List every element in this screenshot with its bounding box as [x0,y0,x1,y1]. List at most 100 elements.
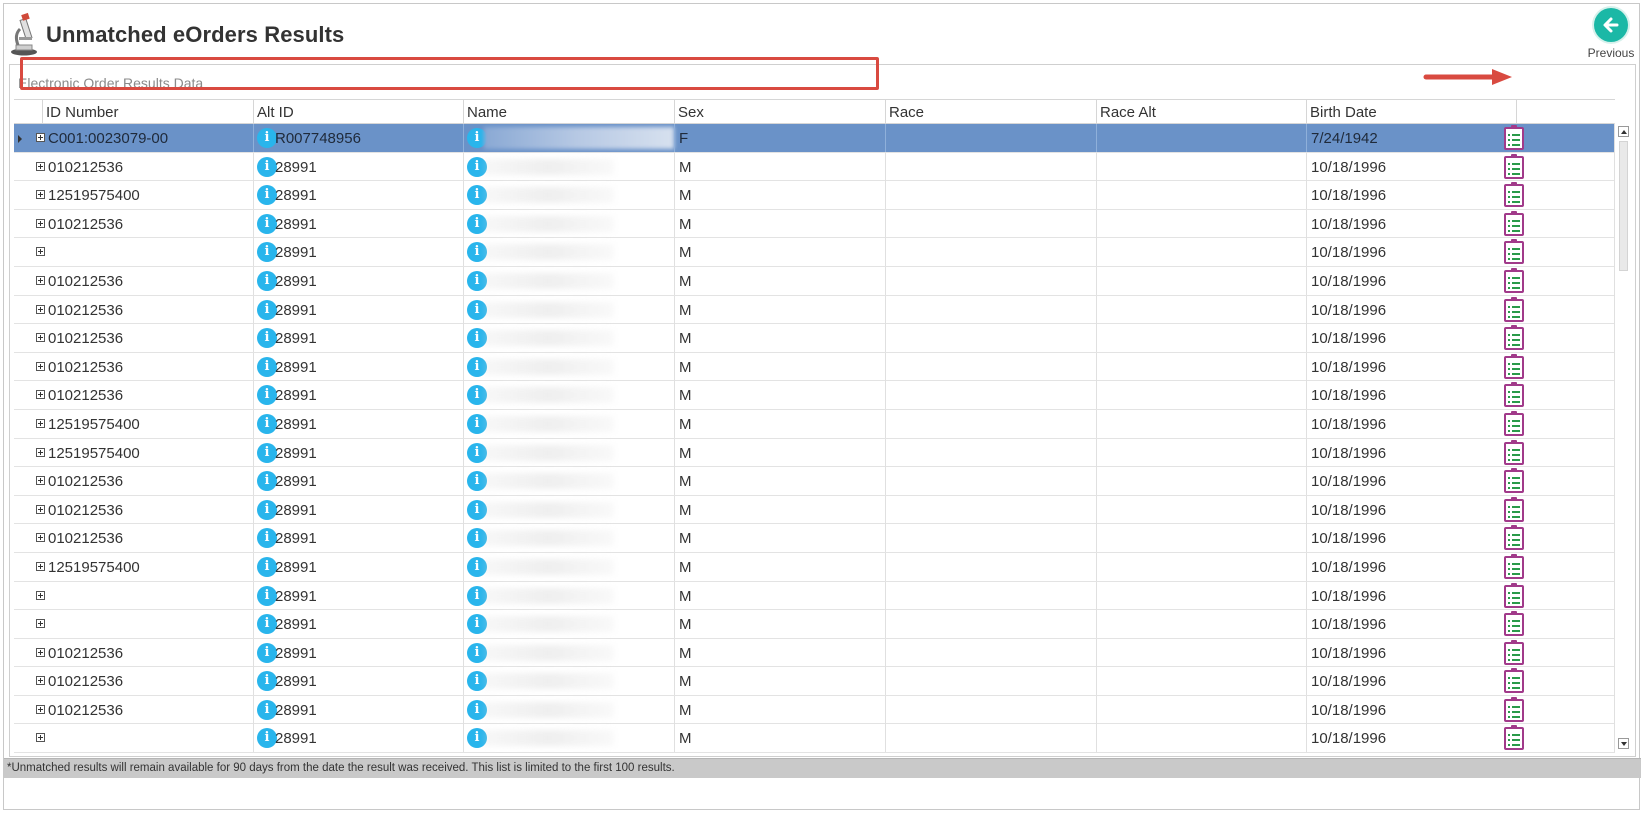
table-row[interactable]: 010212536 i 28991 i M 10/18/1996 [14,638,1615,668]
scroll-down-icon[interactable] [1618,738,1629,749]
table-row[interactable]: i 28991 i M 10/18/1996 [14,610,1615,639]
bullet [1508,625,1510,628]
table-row[interactable]: 12519575400 i 28991 i M 10/18/1996 [14,552,1615,582]
info-icon[interactable]: i [257,728,277,749]
clipboard-list-icon[interactable] [1504,696,1524,722]
line [1512,144,1520,146]
table-row[interactable]: 010212536 i 28991 i M 10/18/1996 [14,524,1615,553]
column-header-id-number[interactable]: ID Number [42,100,250,124]
alt-id-text: 28991 [275,587,317,605]
line [1512,630,1520,633]
info-icon[interactable]: i [257,642,277,663]
alt-id-text: 28991 [275,187,317,205]
clipboard-list-icon[interactable] [1504,468,1524,494]
id-number-text: 12519575400 [48,558,140,576]
table-row[interactable]: 12519575400 i 28991 i M 10/18/1996 [14,409,1615,439]
clipboard-list-icon[interactable] [1504,639,1524,665]
redacted-name [484,730,614,747]
info-icon[interactable]: i [257,185,277,206]
scroll-up-icon[interactable] [1618,126,1629,137]
column-header-birth-date[interactable]: Birth Date [1306,100,1516,124]
clipboard-list-icon[interactable] [1504,353,1524,379]
info-icon[interactable]: i [257,385,277,406]
table-row[interactable]: C001:0023079-00 i R007748956 i F 7/24/1942 [14,124,1615,153]
info-icon[interactable]: i [257,585,277,606]
clipboard-list-icon[interactable] [1504,439,1524,465]
birth-date-text: 10/18/1996 [1311,501,1387,519]
clipboard-list-icon[interactable] [1504,325,1524,351]
info-icon[interactable]: i [257,499,277,520]
info-icon[interactable]: i [257,471,277,492]
vertical-scrollbar[interactable] [1614,123,1631,752]
info-icon[interactable]: i [257,270,277,291]
bullet [1508,339,1510,342]
info-icon[interactable]: i [257,614,277,635]
clipboard-list-icon[interactable] [1504,153,1524,179]
column-header-race-alt[interactable]: Race Alt [1096,100,1306,124]
cell-race [885,295,1096,324]
info-icon[interactable]: i [257,213,277,234]
table-row[interactable]: 010212536 i 28991 i M 10/18/1996 [14,667,1615,696]
info-icon[interactable]: i [257,528,277,549]
table-row[interactable]: 010212536 i 28991 i M 10/18/1996 [14,152,1615,182]
info-icon[interactable]: i [257,128,277,148]
table-row[interactable]: 12519575400 i 28991 i M 10/18/1996 [14,438,1615,468]
birth-date-text: 10/18/1996 [1311,215,1387,233]
table-row[interactable]: i 28991 i M 10/18/1996 [14,724,1615,754]
cell-name: i [463,638,674,667]
info-icon[interactable]: i [257,671,277,692]
clipboard-list-icon[interactable] [1504,210,1524,236]
table-row[interactable]: 010212536 i 28991 i M 10/18/1996 [14,495,1615,525]
table-row[interactable]: 010212536 i 28991 i M 10/18/1996 [14,209,1615,239]
clipboard-list-icon[interactable] [1504,182,1524,208]
line [1512,562,1520,565]
table-row[interactable]: 010212536 i 28991 i M 10/18/1996 [14,695,1615,725]
clipboard-list-icon[interactable] [1504,668,1524,694]
table-row[interactable]: 010212536 i 28991 i M 10/18/1996 [14,467,1615,496]
table-row[interactable]: 010212536 i 28991 i M 10/18/1996 [14,266,1615,296]
table-row[interactable]: 010212536 i 28991 i M 10/18/1996 [14,295,1615,325]
line [1512,276,1520,279]
table-row[interactable]: 010212536 i 28991 i M 10/18/1996 [14,324,1615,353]
info-icon[interactable]: i [257,699,277,720]
cell-race-alt [1096,352,1306,381]
info-icon[interactable]: i [257,442,277,463]
info-icon[interactable]: i [257,299,277,320]
info-icon[interactable]: i [257,156,277,177]
clipboard-list-icon[interactable] [1504,239,1524,265]
table-row[interactable]: i 28991 i M 10/18/1996 [14,238,1615,267]
info-icon[interactable]: i [257,356,277,377]
table-row[interactable]: 010212536 i 28991 i M 10/18/1996 [14,381,1615,410]
column-header-race[interactable]: Race [885,100,1096,124]
clipboard-list-icon[interactable] [1504,296,1524,322]
info-icon[interactable]: i [257,242,277,263]
clipboard-list-icon[interactable] [1504,611,1524,637]
column-header-alt-id[interactable]: Alt ID [253,100,463,124]
cell-race-alt [1096,238,1306,267]
scroll-thumb[interactable] [1619,141,1628,271]
info-icon[interactable]: i [257,556,277,577]
table-row[interactable]: 12519575400 i 28991 i M 10/18/1996 [14,181,1615,210]
info-icon[interactable]: i [257,413,277,434]
table-row[interactable]: 010212536 i 28991 i M 10/18/1996 [14,352,1615,382]
cell-name: i [463,552,674,581]
clipboard-list-icon[interactable] [1504,553,1524,579]
info-icon[interactable]: i [257,328,277,349]
clipboard-list-icon[interactable] [1504,410,1524,436]
cell-birth-date: 10/18/1996 [1306,381,1516,410]
clipboard-list-icon[interactable] [1504,382,1524,408]
cell-race-alt [1096,209,1306,238]
bullet [1508,715,1510,718]
clipboard-list-icon[interactable] [1504,125,1524,150]
table-row[interactable]: i 28991 i M 10/18/1996 [14,581,1615,611]
column-header-name[interactable]: Name [463,100,674,124]
clipboard-list-icon[interactable] [1504,267,1524,293]
clipboard-list-icon[interactable] [1504,725,1524,751]
column-header-sex[interactable]: Sex [674,100,885,124]
bullet [1508,458,1510,461]
clipboard-list-icon[interactable] [1504,496,1524,522]
clipboard-list-icon[interactable] [1504,525,1524,551]
previous-button[interactable]: Previous [1586,8,1636,62]
clipboard-list-icon[interactable] [1504,582,1524,608]
bullet [1508,562,1510,565]
